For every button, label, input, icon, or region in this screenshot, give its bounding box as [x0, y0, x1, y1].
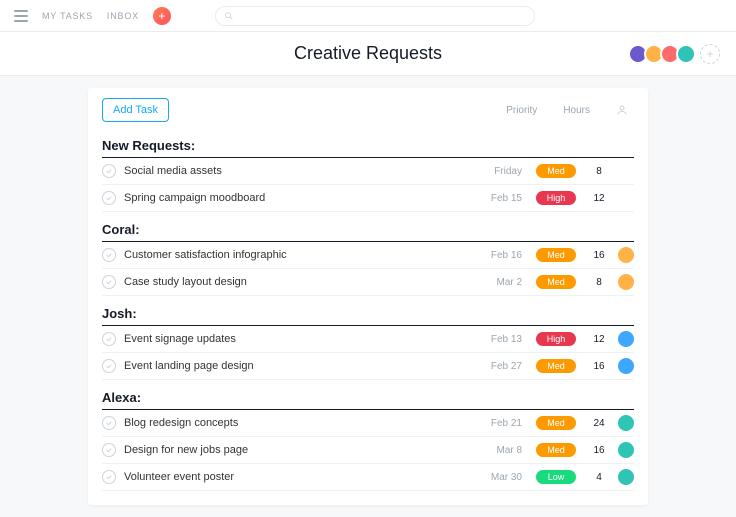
priority-pill[interactable]: Low: [536, 470, 576, 484]
task-hours[interactable]: 16: [590, 445, 608, 456]
task-hours[interactable]: 8: [590, 166, 608, 177]
priority-pill[interactable]: High: [536, 332, 576, 346]
topbar: MY TASKS INBOX +: [0, 0, 736, 32]
task-hours[interactable]: 24: [590, 418, 608, 429]
task-row[interactable]: Design for new jobs pageMar 8 Med 16: [102, 437, 634, 464]
priority-pill[interactable]: Med: [536, 443, 576, 457]
task-title[interactable]: Case study layout design: [124, 276, 476, 288]
complete-toggle[interactable]: [102, 332, 116, 346]
task-date[interactable]: Feb 21: [476, 418, 522, 429]
task-row[interactable]: Event signage updatesFeb 13 High 12: [102, 326, 634, 353]
task-row[interactable]: Customer satisfaction infographicFeb 16 M…: [102, 242, 634, 269]
task-date[interactable]: Friday: [476, 166, 522, 177]
task-row[interactable]: Event landing page designFeb 27 Med 16: [102, 353, 634, 380]
col-hours: Hours: [563, 105, 590, 116]
section-title[interactable]: New Requests:: [102, 128, 634, 158]
panel-header: Add Task Priority Hours: [88, 88, 648, 128]
task-title[interactable]: Design for new jobs page: [124, 444, 476, 456]
task-panel: Add Task Priority Hours New Requests:Soc…: [88, 88, 648, 505]
complete-toggle[interactable]: [102, 164, 116, 178]
assignee-avatar[interactable]: [618, 415, 634, 431]
task-title[interactable]: Social media assets: [124, 165, 476, 177]
priority-pill[interactable]: Med: [536, 359, 576, 373]
task-hours[interactable]: 8: [590, 277, 608, 288]
assignee-avatar[interactable]: [618, 442, 634, 458]
task-date[interactable]: Feb 13: [476, 334, 522, 345]
add-task-button[interactable]: Add Task: [102, 98, 169, 122]
complete-toggle[interactable]: [102, 443, 116, 457]
content-area: Add Task Priority Hours New Requests:Soc…: [0, 76, 736, 517]
task-hours[interactable]: 16: [590, 250, 608, 261]
task-date[interactable]: Feb 15: [476, 193, 522, 204]
search-wrap: [215, 6, 535, 26]
priority-pill[interactable]: Med: [536, 164, 576, 178]
task-date[interactable]: Feb 16: [476, 250, 522, 261]
task-hours[interactable]: 12: [590, 193, 608, 204]
task-hours[interactable]: 4: [590, 472, 608, 483]
assignee-avatar[interactable]: [618, 190, 634, 206]
task-row[interactable]: Spring campaign moodboardFeb 15 High 12: [102, 185, 634, 212]
task-row[interactable]: Social media assetsFriday Med 8: [102, 158, 634, 185]
task-title[interactable]: Customer satisfaction infographic: [124, 249, 476, 261]
task-title[interactable]: Volunteer event poster: [124, 471, 476, 483]
priority-pill[interactable]: Med: [536, 248, 576, 262]
task-row[interactable]: Case study layout designMar 2 Med 8: [102, 269, 634, 296]
nav-inbox[interactable]: INBOX: [107, 11, 139, 21]
task-sections: New Requests: Social media assetsFriday Me…: [88, 128, 648, 505]
complete-toggle[interactable]: [102, 470, 116, 484]
priority-pill[interactable]: Med: [536, 275, 576, 289]
page-header: Creative Requests +: [0, 32, 736, 76]
priority-pill[interactable]: High: [536, 191, 576, 205]
assignee-avatar[interactable]: [618, 274, 634, 290]
assignee-avatar[interactable]: [618, 163, 634, 179]
assignee-avatar[interactable]: [618, 358, 634, 374]
add-member-button[interactable]: +: [700, 44, 720, 64]
avatar-member-4[interactable]: [676, 44, 696, 64]
page-title: Creative Requests: [294, 43, 442, 64]
search-icon: [224, 11, 234, 21]
search-input[interactable]: [215, 6, 535, 26]
task-title[interactable]: Event landing page design: [124, 360, 476, 372]
section-title[interactable]: Alexa:: [102, 380, 634, 410]
complete-toggle[interactable]: [102, 248, 116, 262]
complete-toggle[interactable]: [102, 359, 116, 373]
section-title[interactable]: Coral:: [102, 212, 634, 242]
nav-my-tasks[interactable]: MY TASKS: [42, 11, 93, 21]
assignee-column-icon: [616, 104, 628, 116]
task-title[interactable]: Blog redesign concepts: [124, 417, 476, 429]
complete-toggle[interactable]: [102, 416, 116, 430]
task-date[interactable]: Mar 30: [476, 472, 522, 483]
assignee-avatar[interactable]: [618, 331, 634, 347]
menu-icon[interactable]: [14, 10, 28, 22]
task-title[interactable]: Event signage updates: [124, 333, 476, 345]
task-row[interactable]: Volunteer event posterMar 30 Low 4: [102, 464, 634, 491]
task-row[interactable]: Blog redesign conceptsFeb 21 Med 24: [102, 410, 634, 437]
priority-pill[interactable]: Med: [536, 416, 576, 430]
section-title[interactable]: Josh:: [102, 296, 634, 326]
project-members: +: [632, 44, 720, 64]
task-hours[interactable]: 12: [590, 334, 608, 345]
quick-add-button[interactable]: +: [153, 7, 171, 25]
complete-toggle[interactable]: [102, 191, 116, 205]
task-title[interactable]: Spring campaign moodboard: [124, 192, 476, 204]
task-hours[interactable]: 16: [590, 361, 608, 372]
col-priority: Priority: [506, 105, 537, 116]
assignee-avatar[interactable]: [618, 469, 634, 485]
column-headers: Priority Hours: [506, 104, 634, 116]
task-date[interactable]: Mar 8: [476, 445, 522, 456]
assignee-avatar[interactable]: [618, 247, 634, 263]
task-date[interactable]: Feb 27: [476, 361, 522, 372]
complete-toggle[interactable]: [102, 275, 116, 289]
task-date[interactable]: Mar 2: [476, 277, 522, 288]
